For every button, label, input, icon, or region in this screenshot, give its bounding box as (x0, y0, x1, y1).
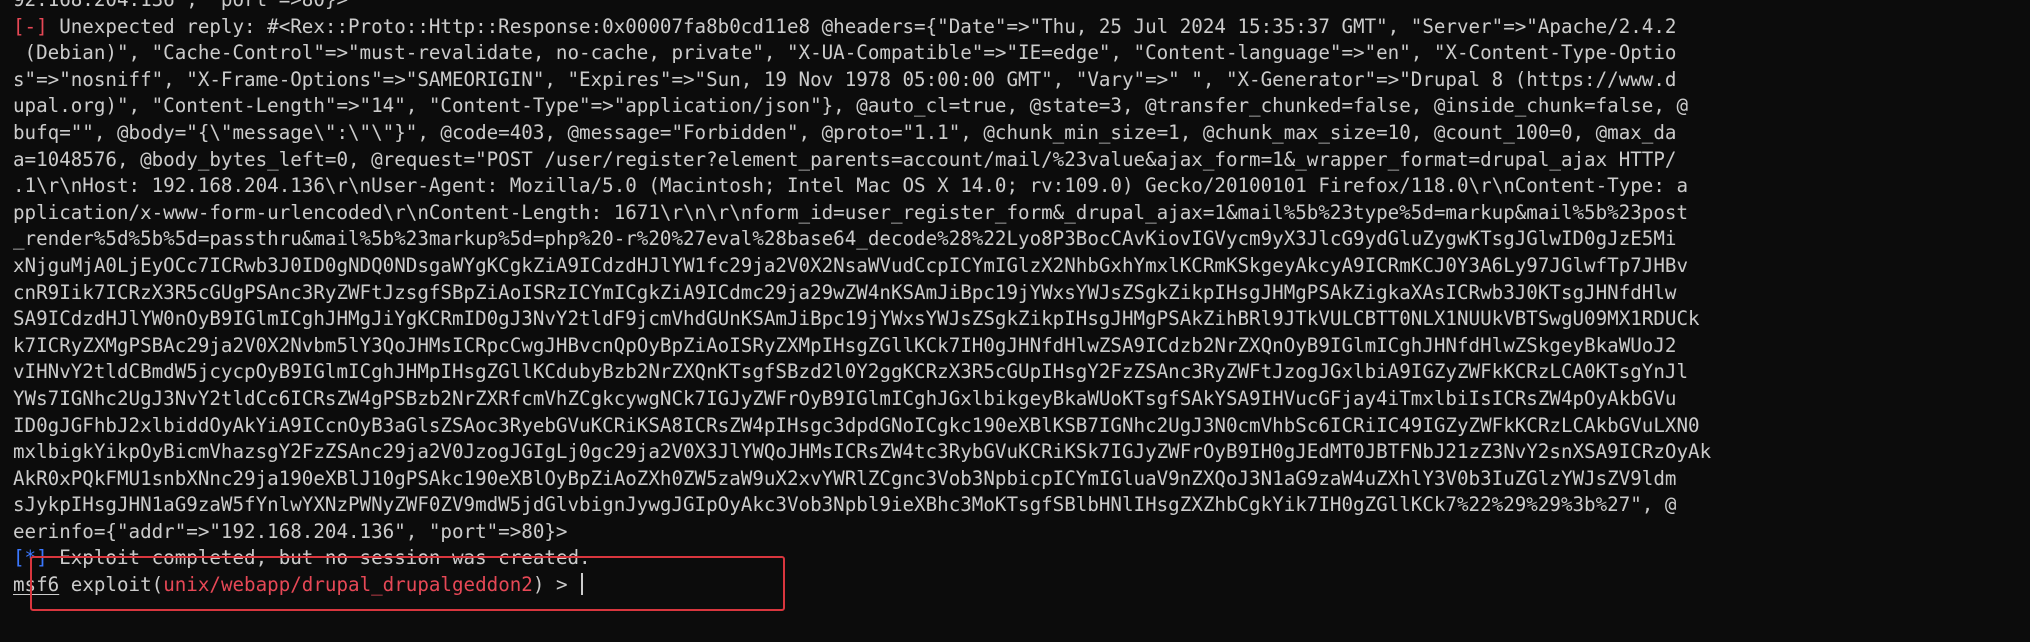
reply-line: k7ICRyZXMgPSBAc29ja2V0X2Nvbm5lY3QoJHMsIC… (13, 333, 1677, 357)
reply-line: YWs7IGNhc2UgJ3NvY2tldCc6ICRsZW4gPSBzb2Nr… (13, 386, 1677, 410)
reply-line: vIHNvY2tldCBmdW5jcycpOyB9IGlmICghJHMpIHs… (13, 360, 1689, 384)
reply-line: a=1048576, @body_bytes_left=0, @request=… (13, 147, 1677, 171)
terminal-window[interactable]: 92.168.204.136", "port"=>80}> [-] Unexpe… (0, 0, 2030, 642)
reply-line: s"=>"nosniff", "X-Frame-Options"=>"SAMEO… (13, 67, 1677, 91)
reply-line: upal.org)", "Content-Length"=>"14", "Con… (13, 94, 1689, 118)
error-prefix: [-] (13, 14, 48, 38)
reply-line: bufq="", @body="{\"message\":\"\"}", @co… (13, 120, 1677, 144)
reply-line: cnR9Iik7ICRzX3R5cGUgPSAnc3RyZWFtJzsgfSBp… (13, 280, 1677, 304)
reply-line-text: Unexpected reply: #<Rex::Proto::Http::Re… (47, 14, 1677, 38)
reply-line: .1\r\nHost: 192.168.204.136\r\nUser-Agen… (13, 174, 1689, 198)
terminal-output: 92.168.204.136", "port"=>80}> [-] Unexpe… (13, 0, 2030, 599)
reply-line: eerinfo={"addr"=>"192.168.204.136", "por… (13, 519, 568, 543)
reply-line: SA9ICdzdHJlYW0nOyB9IGlmICghJHMgJiYgKCRmI… (13, 307, 1700, 331)
reply-line: AkR0xPQkFMU1snbXNnc29ja190eXBlJ10gPSAkc1… (13, 466, 1677, 490)
reply-line: (Debian)", "Cache-Control"=>"must-revali… (13, 41, 1677, 65)
reply-line: ID0gJGFhbJ2xlbiddOyAkYiA9ICcnOyB3aGlsZSA… (13, 413, 1700, 437)
terminal-partial-line: 92.168.204.136", "port"=>80}> (13, 0, 2030, 14)
reply-line: xNjguMjA0LjEyOCc7ICRwb3J0ID0gNDQ0NDsgaWY… (13, 253, 1689, 277)
reply-line: mxlbigkYikpOyBicmVhazsgY2FzZSAnc29ja2V0J… (13, 440, 1712, 464)
reply-line: sJykpIHsgJHN1aG9zaW5fYnlwYXNzPWNyZWF0ZV9… (13, 493, 1677, 517)
reply-line-0: [-] Unexpected reply: #<Rex::Proto::Http… (13, 14, 2030, 41)
reply-line: _render%5d%5b%5d=passthru&mail%5b%23mark… (13, 227, 1677, 251)
reply-line: pplication/x-www-form-urlencoded\r\nCont… (13, 200, 1689, 224)
highlight-annotation-box (30, 556, 785, 611)
